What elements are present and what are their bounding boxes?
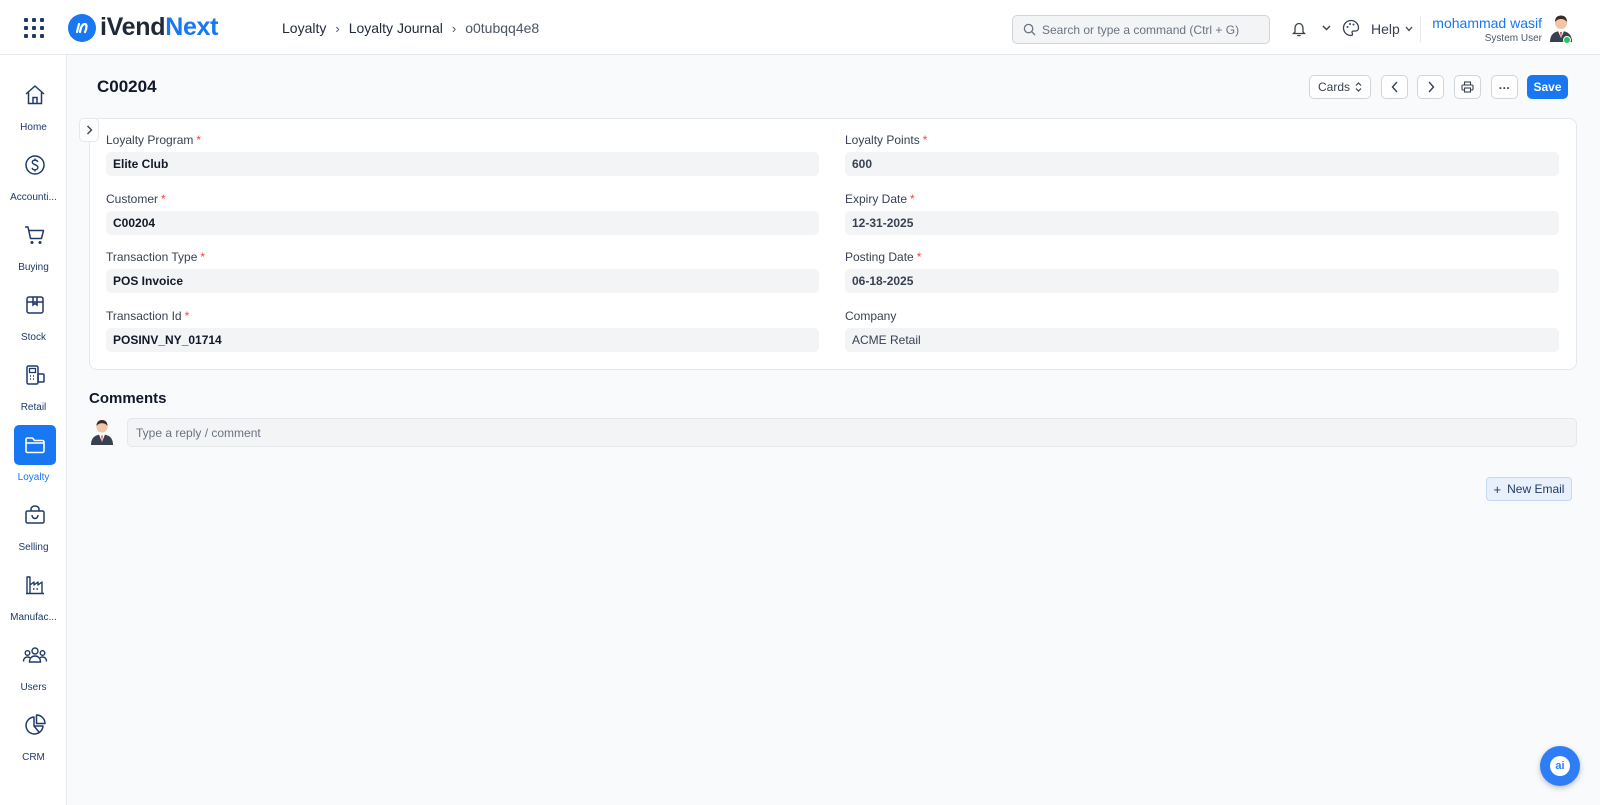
loyalty-program-field[interactable]: Elite Club [106,152,819,176]
sidebar-item-label: Manufac... [10,612,57,623]
posting-date-field[interactable]: 06-18-2025 [845,269,1559,293]
sidebar-item-accounting[interactable]: Accounti... [0,145,67,215]
transaction-id-field[interactable]: POSINV_NY_01714 [106,328,819,352]
chevron-right-icon [86,125,92,135]
breadcrumb-item-current: o0tubqq4e8 [465,20,540,36]
pie-chart-icon [14,705,56,745]
logo-text: iVendNext [100,13,219,41]
breadcrumb-item-loyalty-journal[interactable]: Loyalty Journal [349,20,443,36]
new-email-label: New Email [1507,482,1565,496]
posting-date-label: Posting Date * [845,250,922,264]
sidebar-item-label: Users [20,682,47,693]
ai-icon: ai [1550,756,1570,776]
expiry-date-label: Expiry Date * [845,192,915,206]
company-label: Company [845,309,897,323]
comment-input[interactable]: Type a reply / comment [127,418,1577,447]
cart-icon [14,215,56,255]
chevron-down-icon[interactable] [1322,25,1331,31]
transaction-type-label: Transaction Type * [106,250,206,264]
sidebar-item-crm[interactable]: CRM [0,705,67,775]
sidebar-item-label: Buying [18,262,49,273]
plus-icon: + [1493,481,1502,497]
factory-icon [14,565,56,605]
chevron-right-icon: › [451,20,457,36]
sidebar-item-selling[interactable]: Selling [0,495,67,565]
dollar-icon [14,145,56,185]
save-button[interactable]: Save [1527,75,1568,99]
sidebar-item-manufacturing[interactable]: Manufac... [0,565,67,635]
chevron-left-icon [1391,81,1398,93]
sidebar-item-label: Stock [20,332,46,343]
customer-field[interactable]: C00204 [106,211,819,235]
avatar [91,420,113,445]
next-record-button[interactable] [1417,75,1444,99]
transaction-id-label: Transaction Id * [106,309,190,323]
sidebar-toggle-button[interactable] [79,118,99,142]
user-name: mohammad wasif [1432,15,1542,31]
sidebar-item-buying[interactable]: Buying [0,215,67,285]
search-placeholder: Search or type a command (Ctrl + G) [1042,22,1240,37]
sidebar: Home Accounti... Buying Stock Retail Loy… [0,55,67,805]
loyalty-points-field[interactable]: 600 [845,152,1559,176]
sidebar-item-users[interactable]: Users [0,635,67,705]
comment-placeholder: Type a reply / comment [136,425,261,440]
users-icon [14,635,56,675]
bag-icon [14,495,56,535]
chevron-right-icon: › [335,20,340,36]
breadcrumb-item-loyalty[interactable]: Loyalty [282,20,326,36]
user-role: System User [1484,33,1542,44]
sidebar-item-home[interactable]: Home [0,75,67,145]
customer-label: Customer * [106,192,166,206]
view-select-label: Cards [1317,80,1350,94]
sidebar-item-loyalty[interactable]: Loyalty [0,425,67,495]
sidebar-item-label: Selling [18,542,49,553]
company-field[interactable]: ACME Retail [845,328,1559,352]
help-menu[interactable]: Help [1371,21,1413,37]
more-icon: ... [1498,77,1511,92]
more-actions-button[interactable]: ... [1491,75,1518,99]
logo-icon [68,13,96,42]
new-email-button[interactable]: + New Email [1486,477,1572,501]
folder-icon [14,425,56,465]
sidebar-item-label: CRM [22,752,45,763]
sidebar-item-stock[interactable]: Stock [0,285,67,355]
sidebar-item-label: Loyalty [17,472,50,483]
box-icon [14,285,56,325]
avatar[interactable] [1546,12,1576,42]
page-title: C00204 [97,77,157,96]
app-logo[interactable]: iVendNext [68,13,218,42]
sidebar-item-retail[interactable]: Retail [0,355,67,425]
view-select[interactable]: Cards [1309,75,1371,99]
chevron-up-down-icon [1355,82,1362,92]
top-bar: iVendNext Loyalty › Loyalty Journal › o0… [0,0,1600,55]
chevron-right-icon [1427,81,1434,93]
user-menu[interactable]: mohammad wasif System User [1432,15,1542,44]
search-icon [1023,23,1036,36]
breadcrumb: Loyalty › Loyalty Journal › o0tubqq4e8 [282,20,539,36]
help-label: Help [1371,21,1400,37]
app-grid-icon[interactable] [24,18,44,38]
divider [1420,16,1421,42]
loyalty-program-label: Loyalty Program * [106,133,202,147]
search-input[interactable]: Search or type a command (Ctrl + G) [1012,15,1270,44]
sidebar-item-label: Accounti... [10,192,57,203]
online-status-dot [1563,36,1571,44]
ai-assistant-button[interactable]: ai [1540,746,1580,786]
bell-icon[interactable] [1292,21,1306,37]
chevron-down-icon [1405,26,1413,32]
palette-icon[interactable] [1342,19,1360,37]
print-button[interactable] [1454,75,1481,99]
sidebar-item-label: Retail [20,402,47,413]
comments-title: Comments [89,390,167,407]
loyalty-points-label: Loyalty Points * [845,133,928,147]
transaction-type-field[interactable]: POS Invoice [106,269,819,293]
expiry-date-field[interactable]: 12-31-2025 [845,211,1559,235]
pos-icon [14,355,56,395]
previous-record-button[interactable] [1381,75,1408,99]
printer-icon [1461,81,1474,93]
home-icon [14,75,56,115]
sidebar-item-label: Home [20,122,47,133]
